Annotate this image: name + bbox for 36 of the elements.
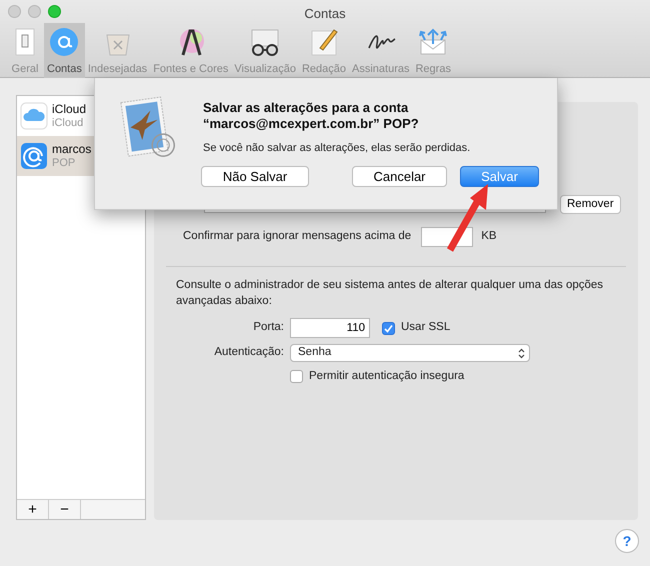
authentication-label: Autenticação:	[213, 345, 284, 360]
port-field[interactable]: 110	[290, 318, 370, 338]
checkbox[interactable]	[382, 322, 395, 334]
dialog-button[interactable]: Cancelar	[352, 166, 447, 187]
default-button[interactable]: Salvar	[460, 166, 539, 187]
authentication-select[interactable]: Senha	[290, 344, 530, 362]
help-button[interactable]: ?	[615, 529, 639, 553]
account-name: iCloud	[52, 102, 86, 117]
add-button[interactable]: +	[17, 500, 49, 519]
close-button[interactable]	[8, 5, 21, 18]
dialog-button[interactable]: Não Salvar	[201, 166, 309, 187]
unit-label: KB	[481, 229, 497, 244]
checkbox-label: Usar SSL	[401, 320, 450, 336]
at-icon	[20, 142, 48, 170]
at-icon	[48, 26, 80, 58]
account-type: POP	[52, 157, 76, 170]
zoom-button[interactable]	[48, 5, 61, 18]
remove-button[interactable]: Remover	[560, 195, 621, 214]
checkbox-label: Permitir autenticação insegura	[309, 369, 464, 384]
port-label: Porta:	[252, 320, 284, 336]
size-limit-label: Confirmar para ignorar mensagens acima de	[183, 229, 412, 244]
advanced-note: Consulte o administrador de seu sistema antes de alterar qualquer uma das opções avançadas abaixo:	[175, 278, 604, 309]
checkbox[interactable]	[290, 370, 303, 384]
window-title: Contas	[304, 5, 346, 23]
select-value: Senha	[298, 345, 332, 360]
updown-icon	[518, 348, 525, 358]
dialog-title: Salvar as alterações para a conta	[203, 100, 410, 116]
account-name: marcos	[52, 142, 92, 157]
toolbar-tab[interactable]: Contas	[44, 23, 85, 78]
cloud-icon	[20, 102, 48, 130]
account-type: iCloud	[52, 117, 84, 130]
minimize-button[interactable]	[28, 5, 41, 18]
remove-account-button[interactable]: −	[49, 500, 81, 519]
dialog-title: “marcos@mcexpert.com.br” POP?	[203, 116, 420, 132]
dialog-message: Se você não salvar as alterações, elas serão perdidas.	[203, 141, 470, 156]
account-item[interactable]: iCloud iCloud	[17, 96, 145, 136]
